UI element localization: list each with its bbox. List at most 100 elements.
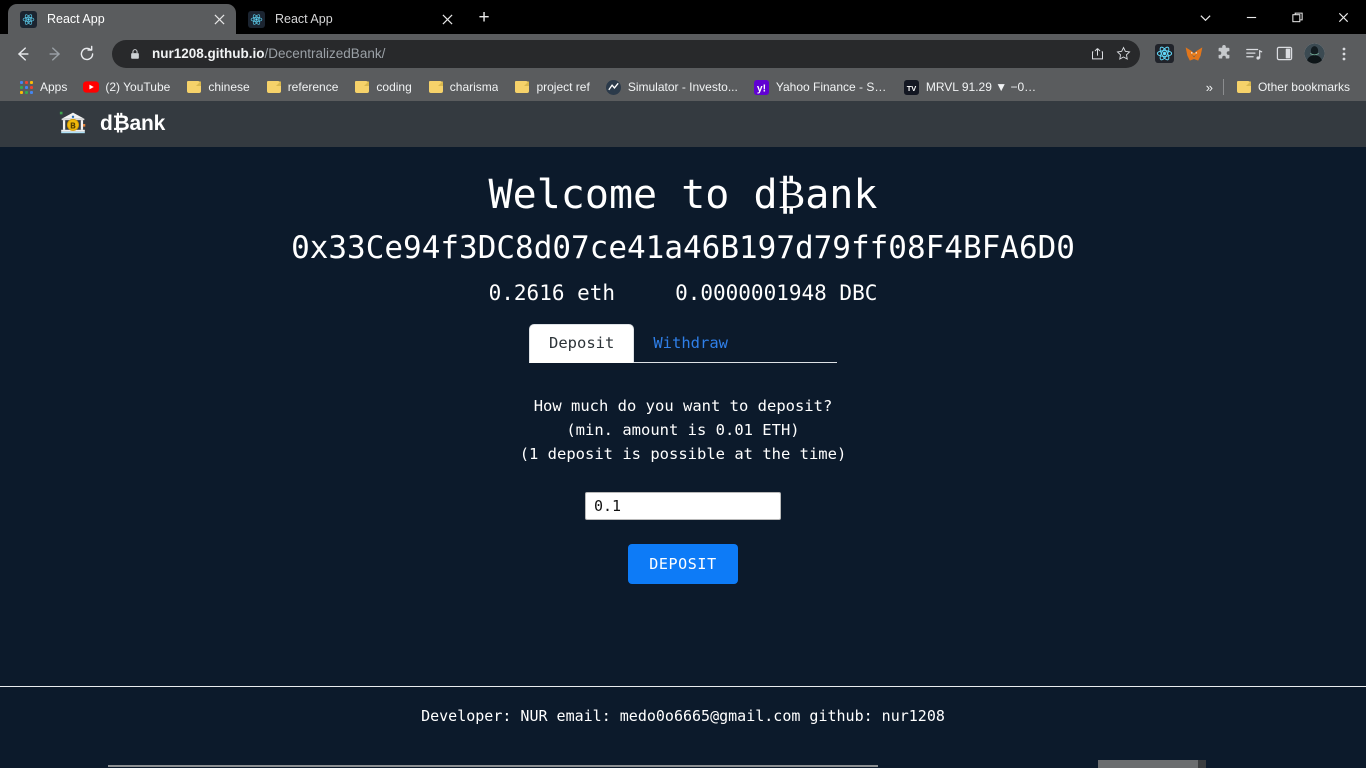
page-title: Welcome to d₿ank [488,172,878,218]
investopedia-icon [606,79,622,95]
tab-deposit[interactable]: Deposit [529,324,635,363]
maximize-icon[interactable] [1274,0,1320,34]
browser-tab-2[interactable]: React App [236,4,464,34]
browser-tab-strip: React App React App + [0,0,1366,34]
bookmark-label: MRVL 91.29 ▼ −0.2... [925,80,1038,94]
bank-bitcoin-icon: B [58,109,88,139]
eth-balance: 0.2616 eth [488,281,616,305]
bookmark-label: Other bookmarks [1257,80,1350,94]
bookmark-charisma[interactable]: charisma [420,76,507,98]
yahoo-icon: y! [754,79,770,95]
svg-text:TV: TV [907,83,917,92]
web-page-viewport: B d₿ank Welcome to d₿ank 0x33Ce94f3DC8d0… [0,101,1366,768]
bookmark-label: chinese [208,80,250,94]
forward-arrow-icon[interactable] [40,39,70,69]
bookmark-apps[interactable]: Apps [10,76,75,98]
bookmark-yahoo-finance[interactable]: y! Yahoo Finance - Sto... [746,76,896,98]
browser-tab-1[interactable]: React App [8,4,236,34]
metamask-fox-icon[interactable] [1180,40,1208,68]
close-icon[interactable] [210,10,228,28]
reading-list-icon[interactable] [1240,40,1268,68]
wallet-address: 0x33Ce94f3DC8d07ce41a46B197d79ff08F4BFA6… [291,230,1075,266]
svg-text:y!: y! [757,83,766,94]
star-icon[interactable] [1110,41,1136,67]
bookmark-other-bookmarks[interactable]: Other bookmarks [1228,76,1358,98]
bottom-overlay-strip [0,760,1366,768]
deposit-limit-note: (1 deposit is possible at the time) [519,445,847,463]
bookmark-youtube[interactable]: (2) YouTube [75,76,178,98]
bookmark-simulator[interactable]: Simulator - Investo... [598,76,746,98]
bookmark-project-ref[interactable]: project ref [506,76,597,98]
bookmark-chinese[interactable]: chinese [178,76,257,98]
deposit-question: How much do you want to deposit? [533,397,833,415]
browser-toolbar: nur1208.github.io/DecentralizedBank/ [0,34,1366,73]
chrome-menu-icon[interactable] [1330,40,1358,68]
react-devtools-icon[interactable] [1150,40,1178,68]
tradingview-icon: TV [904,79,920,95]
bookmark-coding[interactable]: coding [346,76,419,98]
apps-grid-icon [18,79,34,95]
tab-list: React App React App + [0,0,498,34]
new-tab-button[interactable]: + [470,4,498,32]
folder-icon [1236,79,1252,95]
bookmark-label: Yahoo Finance - Sto... [775,80,888,94]
footer-divider [0,686,1366,687]
bookmark-label: project ref [536,80,590,94]
bookmark-label: (2) YouTube [105,80,171,94]
react-icon [248,10,265,28]
bookmark-label: Simulator - Investo... [627,80,738,94]
bookmarks-bar-right: » Other bookmarks [1200,76,1358,98]
deposit-amount-input[interactable] [585,492,781,520]
bookmark-label: Apps [40,80,68,94]
youtube-icon [83,79,100,95]
url-host: nur1208.github.io [152,46,265,61]
tab-title: React App [47,12,105,26]
site-lock-icon[interactable] [126,48,144,60]
address-bar[interactable]: nur1208.github.io/DecentralizedBank/ [112,39,1140,68]
tab-search-chevron-icon[interactable] [1182,0,1228,34]
bookmark-label: charisma [449,80,499,94]
site-brand: d₿ank [100,112,166,135]
tab-title: React App [275,12,333,26]
tab-withdraw[interactable]: Withdraw [634,325,747,362]
react-icon [20,10,37,28]
reload-icon[interactable] [72,39,102,69]
bottom-bar-corner [1198,760,1206,768]
back-arrow-icon[interactable] [8,39,38,69]
bottom-bar-segment [108,765,878,767]
token-balance: 0.0000001948 DBC [675,281,878,305]
side-panel-icon[interactable] [1270,40,1298,68]
site-navbar: B d₿ank [0,101,1366,147]
deposit-min-note: (min. amount is 0.01 ETH) [566,421,800,439]
bookmarks-bar: Apps (2) YouTube chinese reference codin… [0,73,1366,101]
bottom-bar-block [1098,760,1198,768]
minimize-icon[interactable] [1228,0,1274,34]
window-controls [1182,0,1366,34]
close-icon[interactable] [438,10,456,28]
deposit-form: How much do you want to deposit? (min. a… [519,394,847,584]
extensions-puzzle-icon[interactable] [1210,40,1238,68]
balances-row: 0.2616 eth 0.0000001948 DBC [489,281,878,305]
folder-icon [266,79,282,95]
url-path: /DecentralizedBank/ [264,46,386,61]
extension-icons [1150,40,1358,68]
main-content: Welcome to d₿ank 0x33Ce94f3DC8d07ce41a46… [0,147,1366,768]
folder-icon [354,79,370,95]
bookmarks-overflow-button[interactable]: » [1200,78,1219,97]
close-icon[interactable] [1320,0,1366,34]
footer-credit: Developer: NUR email: medo0o6665@gmail.c… [421,707,945,725]
folder-icon [186,79,202,95]
deposit-button[interactable]: DEPOSIT [628,544,738,584]
profile-avatar[interactable] [1300,40,1328,68]
bookmark-label: reference [287,80,339,94]
bookmark-reference[interactable]: reference [258,76,347,98]
action-tabs-wrapper: Deposit Withdraw [529,324,837,363]
bookmark-mrvl-quote[interactable]: TV MRVL 91.29 ▼ −0.2... [896,76,1046,98]
svg-text:B: B [70,121,76,130]
folder-icon [428,79,444,95]
share-icon[interactable] [1084,41,1110,67]
address-bar-text: nur1208.github.io/DecentralizedBank/ [144,46,1084,61]
folder-icon [514,79,530,95]
bookmark-label: coding [376,80,412,94]
action-tabs: Deposit Withdraw [529,324,837,363]
